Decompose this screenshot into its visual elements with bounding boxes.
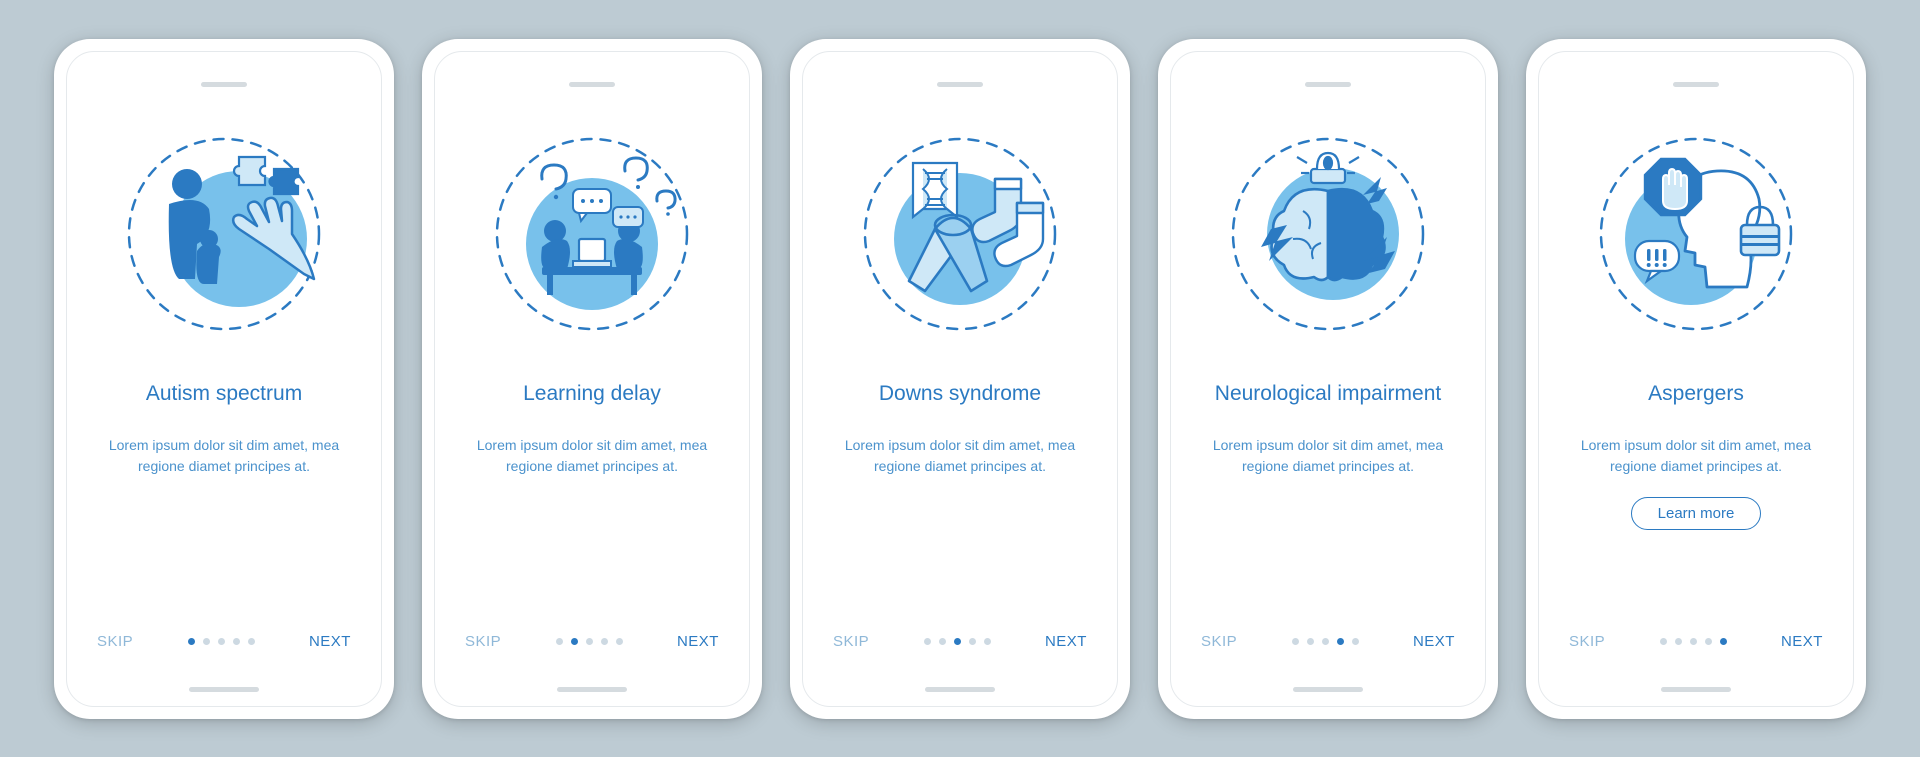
skip-button[interactable]: SKIP [465,633,501,650]
home-indicator [189,687,259,692]
home-indicator [1661,687,1731,692]
screen: Neurological impairment Lorem ipsum dolo… [1170,51,1486,707]
pager-dot[interactable] [1352,638,1359,645]
phones-row: Autism spectrum Lorem ipsum dolor sit di… [54,39,1866,719]
learning-illustration [487,129,697,339]
skip-button[interactable]: SKIP [97,633,133,650]
nav-row: SKIP NEXT [97,633,351,650]
phone-mockup: Aspergers Lorem ipsum dolor sit dim amet… [1526,39,1866,719]
screen-title: Learning delay [523,367,661,421]
home-indicator [925,687,995,692]
pager-dot-active[interactable] [571,638,578,645]
nav-row: SKIP NEXT [465,633,719,650]
phone-mockup: Autism spectrum Lorem ipsum dolor sit di… [54,39,394,719]
screen-description: Lorem ipsum dolor sit dim amet, mea regi… [1569,435,1823,477]
screen: Autism spectrum Lorem ipsum dolor sit di… [66,51,382,707]
home-indicator [557,687,627,692]
neuro-illustration [1223,129,1433,339]
pager-dot-active[interactable] [1337,638,1344,645]
pager-dot[interactable] [1675,638,1682,645]
pager-dot-active[interactable] [188,638,195,645]
next-button[interactable]: NEXT [1413,633,1455,650]
downs-illustration [855,129,1065,339]
screen-description: Lorem ipsum dolor sit dim amet, mea regi… [1201,435,1455,477]
pager-dot[interactable] [1322,638,1329,645]
phone-speaker [201,82,247,87]
nav-row: SKIP NEXT [1201,633,1455,650]
screen-title: Downs syndrome [879,367,1041,421]
pager-dot[interactable] [233,638,240,645]
pager-dot[interactable] [984,638,991,645]
phone-speaker [569,82,615,87]
pager-dots [1660,638,1727,645]
next-button[interactable]: NEXT [1781,633,1823,650]
pager-dot[interactable] [1705,638,1712,645]
pager-dot[interactable] [969,638,976,645]
pager-dots [1292,638,1359,645]
phone-mockup: Neurological impairment Lorem ipsum dolo… [1158,39,1498,719]
pager-dot[interactable] [1690,638,1697,645]
phone-speaker [1673,82,1719,87]
skip-button[interactable]: SKIP [1569,633,1605,650]
screen-title: Neurological impairment [1215,367,1441,421]
phone-mockup: Downs syndrome Lorem ipsum dolor sit dim… [790,39,1130,719]
aspergers-illustration [1591,129,1801,339]
screen: Aspergers Lorem ipsum dolor sit dim amet… [1538,51,1854,707]
learn-more-button[interactable]: Learn more [1631,497,1762,530]
phone-speaker [1305,82,1351,87]
pager-dot[interactable] [218,638,225,645]
pager-dot-active[interactable] [1720,638,1727,645]
pager-dot[interactable] [586,638,593,645]
autism-illustration [119,129,329,339]
screen-description: Lorem ipsum dolor sit dim amet, mea regi… [97,435,351,477]
next-button[interactable]: NEXT [309,633,351,650]
screen-title: Aspergers [1648,367,1744,421]
pager-dot[interactable] [203,638,210,645]
pager-dot[interactable] [939,638,946,645]
pager-dots [924,638,991,645]
pager-dots [188,638,255,645]
next-button[interactable]: NEXT [1045,633,1087,650]
home-indicator [1293,687,1363,692]
pager-dot-active[interactable] [954,638,961,645]
screen-title: Autism spectrum [146,367,302,421]
skip-button[interactable]: SKIP [1201,633,1237,650]
screen-description: Lorem ipsum dolor sit dim amet, mea regi… [465,435,719,477]
pager-dot[interactable] [601,638,608,645]
pager-dot[interactable] [616,638,623,645]
nav-row: SKIP NEXT [833,633,1087,650]
next-button[interactable]: NEXT [677,633,719,650]
pager-dot[interactable] [1292,638,1299,645]
nav-row: SKIP NEXT [1569,633,1823,650]
pager-dot[interactable] [1660,638,1667,645]
screen-description: Lorem ipsum dolor sit dim amet, mea regi… [833,435,1087,477]
phone-speaker [937,82,983,87]
pager-dot[interactable] [924,638,931,645]
phone-mockup: Learning delay Lorem ipsum dolor sit dim… [422,39,762,719]
screen: Downs syndrome Lorem ipsum dolor sit dim… [802,51,1118,707]
screen: Learning delay Lorem ipsum dolor sit dim… [434,51,750,707]
pager-dots [556,638,623,645]
pager-dot[interactable] [556,638,563,645]
pager-dot[interactable] [1307,638,1314,645]
pager-dot[interactable] [248,638,255,645]
skip-button[interactable]: SKIP [833,633,869,650]
